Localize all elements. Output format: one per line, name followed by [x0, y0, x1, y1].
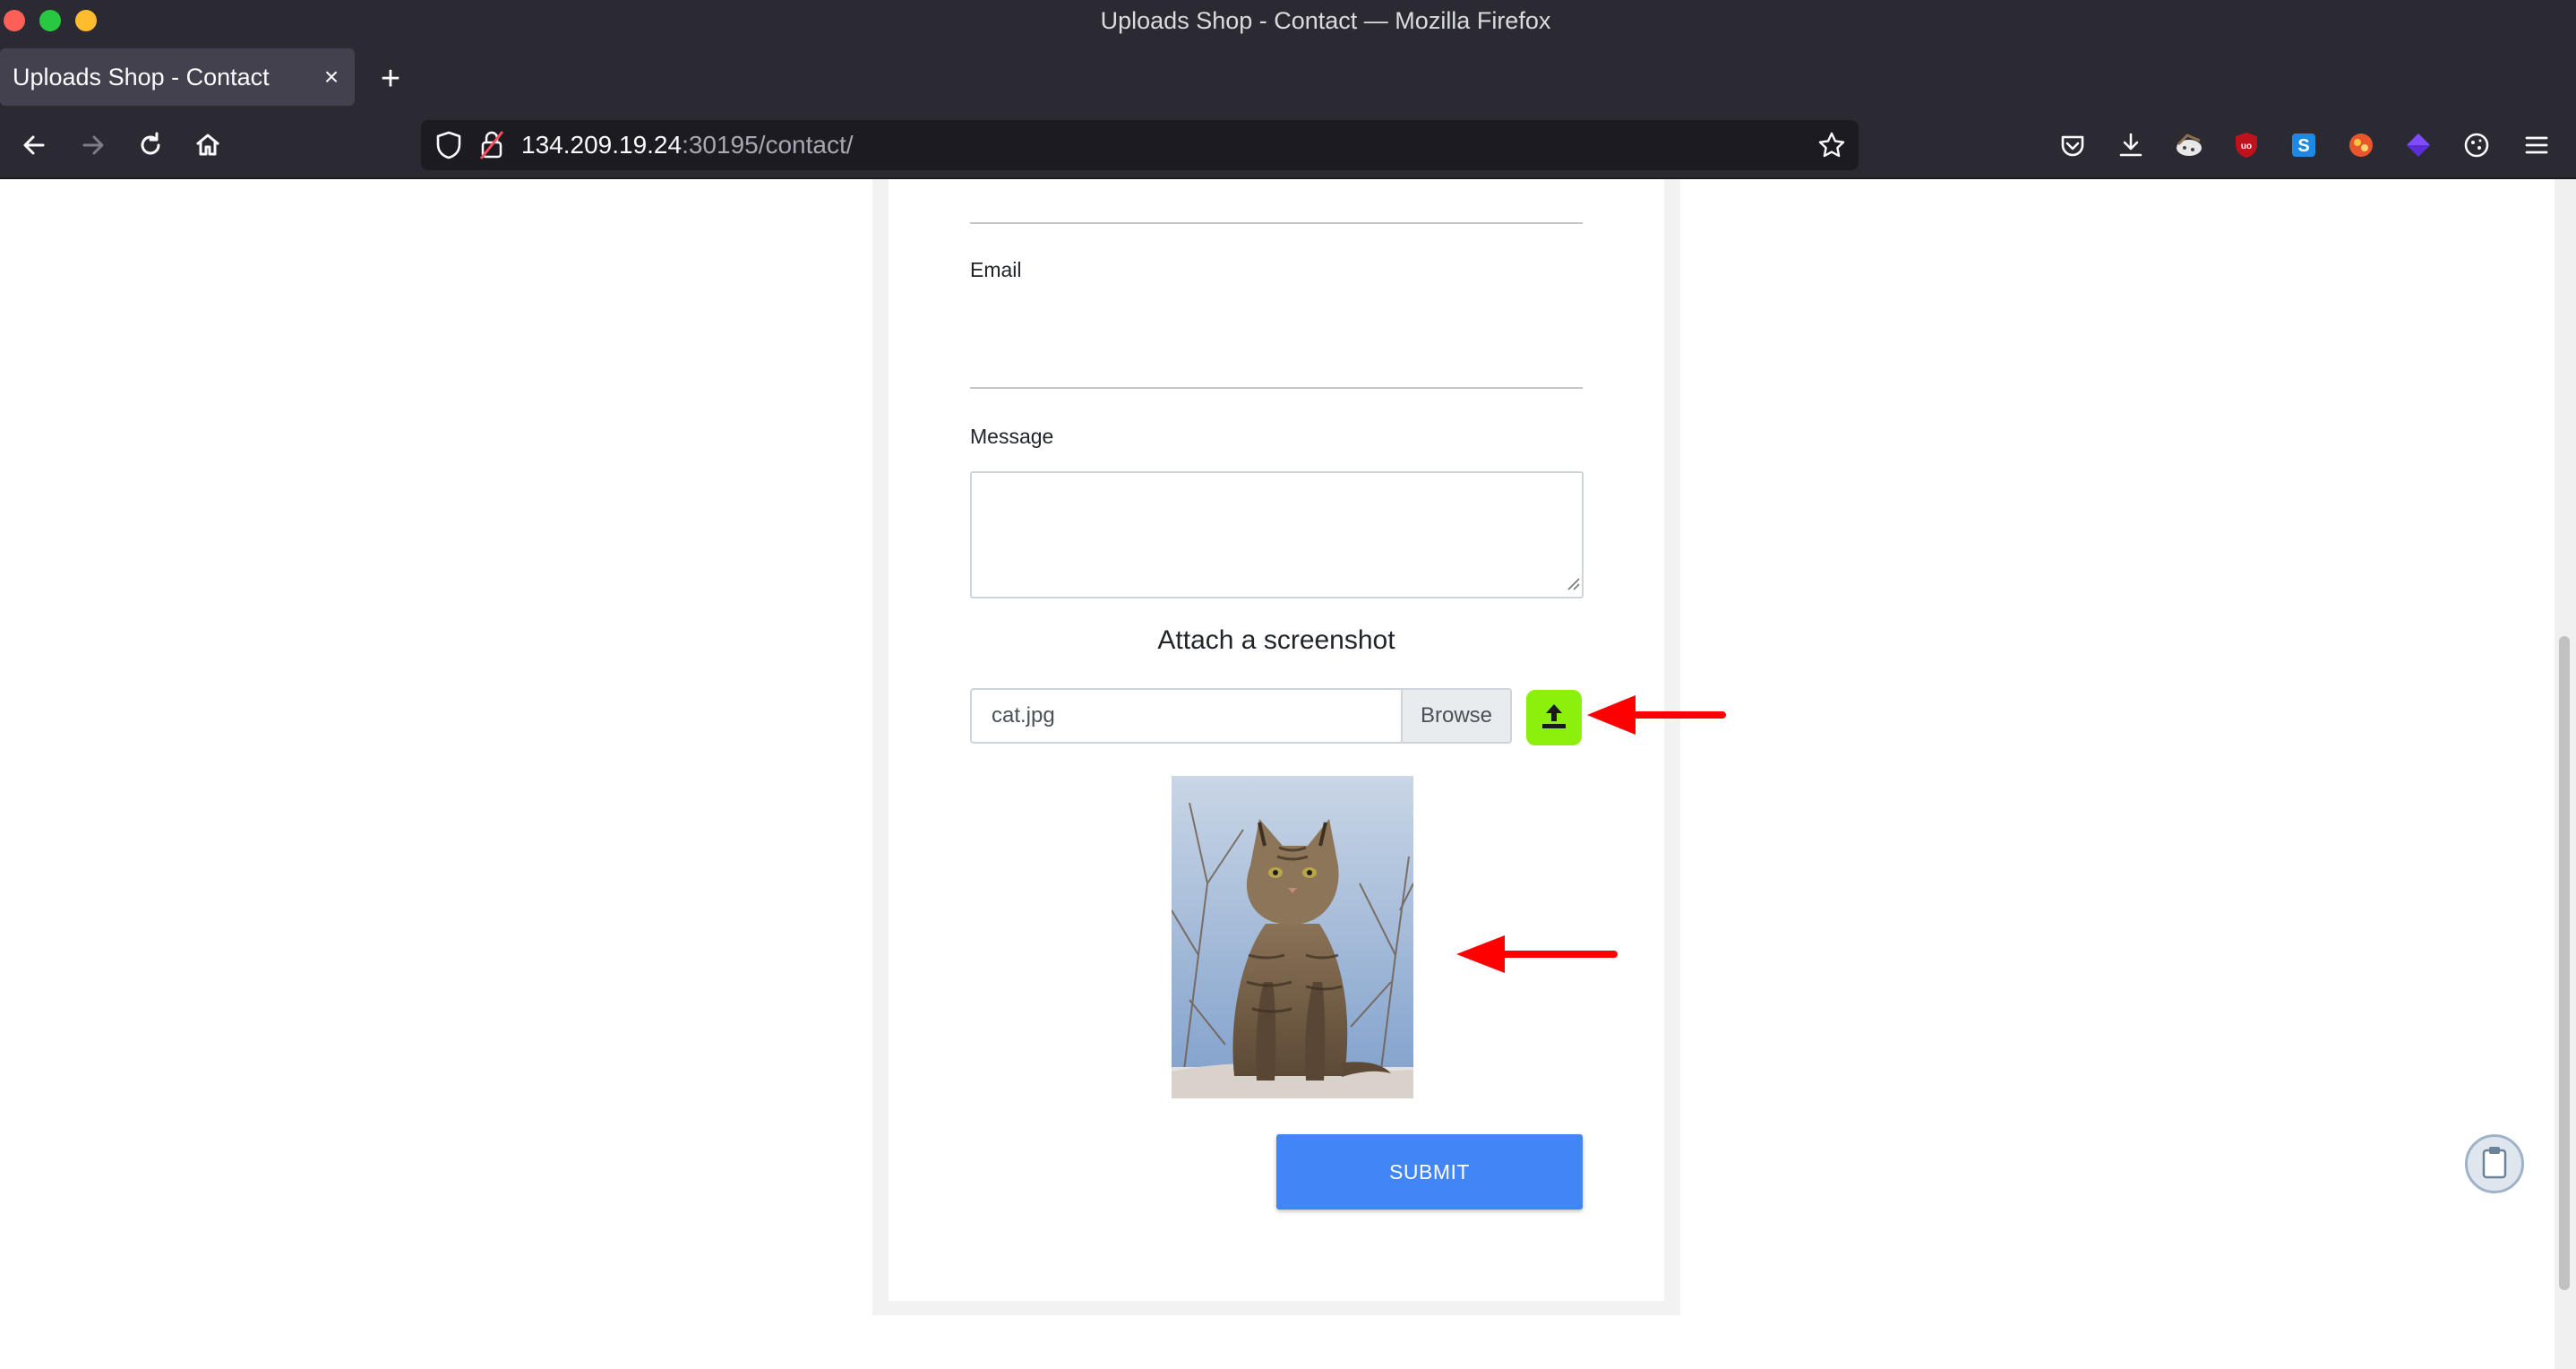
- insecure-lock-icon[interactable]: [478, 129, 505, 164]
- url-path: :30195/contact/: [682, 131, 854, 159]
- download-icon[interactable]: [2111, 125, 2151, 165]
- attach-screenshot-heading: Attach a screenshot: [1157, 625, 1395, 655]
- previous-field-underline[interactable]: [970, 222, 1583, 224]
- upload-icon: [1538, 700, 1570, 736]
- ublock-icon[interactable]: uo: [2227, 125, 2266, 165]
- home-icon[interactable]: [186, 124, 229, 167]
- scrollbar-thumb[interactable]: [2559, 636, 2570, 1290]
- window-titlebar: Uploads Shop - Contact — Mozilla Firefox: [0, 0, 2576, 41]
- reload-icon[interactable]: [129, 124, 172, 167]
- message-textarea[interactable]: [970, 471, 1584, 598]
- tab-contact[interactable]: Uploads Shop - Contact ×: [0, 48, 355, 106]
- navigation-toolbar: 134.209.19.24:30195/contact/ uo S: [0, 113, 2576, 179]
- upload-button[interactable]: [1526, 690, 1582, 745]
- file-input[interactable]: cat.jpg Browse: [970, 688, 1512, 744]
- menu-icon[interactable]: [2517, 125, 2556, 165]
- file-name: cat.jpg: [992, 703, 1055, 728]
- url-text[interactable]: 134.209.19.24:30195/contact/: [521, 120, 854, 170]
- extension-cookie-icon[interactable]: [2169, 125, 2209, 165]
- url-host: 134.209.19.24: [521, 131, 683, 159]
- extension-wappalyzer-icon[interactable]: [2341, 125, 2381, 165]
- annotation-arrow-preview: [1456, 935, 1618, 973]
- extension-s-icon[interactable]: S: [2284, 125, 2323, 165]
- address-bar[interactable]: 134.209.19.24:30195/contact/: [421, 120, 1859, 170]
- extension-gem-icon[interactable]: [2399, 125, 2438, 165]
- svg-text:S: S: [2297, 136, 2309, 156]
- pocket-icon[interactable]: [2053, 125, 2092, 165]
- email-label: Email: [970, 258, 1022, 281]
- forward-icon[interactable]: [72, 124, 115, 167]
- shield-icon[interactable]: [435, 131, 462, 164]
- clipboard-icon: [2479, 1145, 2510, 1184]
- tab-title: Uploads Shop - Contact: [13, 64, 270, 90]
- clipboard-widget[interactable]: [2465, 1134, 2524, 1193]
- browse-button[interactable]: Browse: [1401, 690, 1510, 742]
- message-label: Message: [970, 425, 1054, 448]
- window-title: Uploads Shop - Contact — Mozilla Firefox: [1100, 7, 1551, 34]
- uploaded-image-preview: [1172, 776, 1413, 1098]
- bookmark-star-icon[interactable]: [1817, 131, 1846, 164]
- tab-bar: Uploads Shop - Contact × +: [0, 41, 2576, 113]
- submit-button[interactable]: SUBMIT: [1276, 1134, 1583, 1210]
- svg-text:uo: uo: [2241, 142, 2252, 151]
- page-content: Email Message Attach a screenshot cat.jp…: [0, 179, 2555, 1369]
- resize-handle-icon[interactable]: [1564, 574, 1580, 595]
- extension-cookie-manager-icon[interactable]: [2457, 125, 2496, 165]
- email-field[interactable]: [970, 387, 1583, 389]
- annotation-arrow-upload: [1587, 695, 1726, 735]
- new-tab-button[interactable]: +: [371, 59, 410, 99]
- tab-close-icon[interactable]: ×: [313, 59, 349, 95]
- back-icon[interactable]: [13, 124, 56, 167]
